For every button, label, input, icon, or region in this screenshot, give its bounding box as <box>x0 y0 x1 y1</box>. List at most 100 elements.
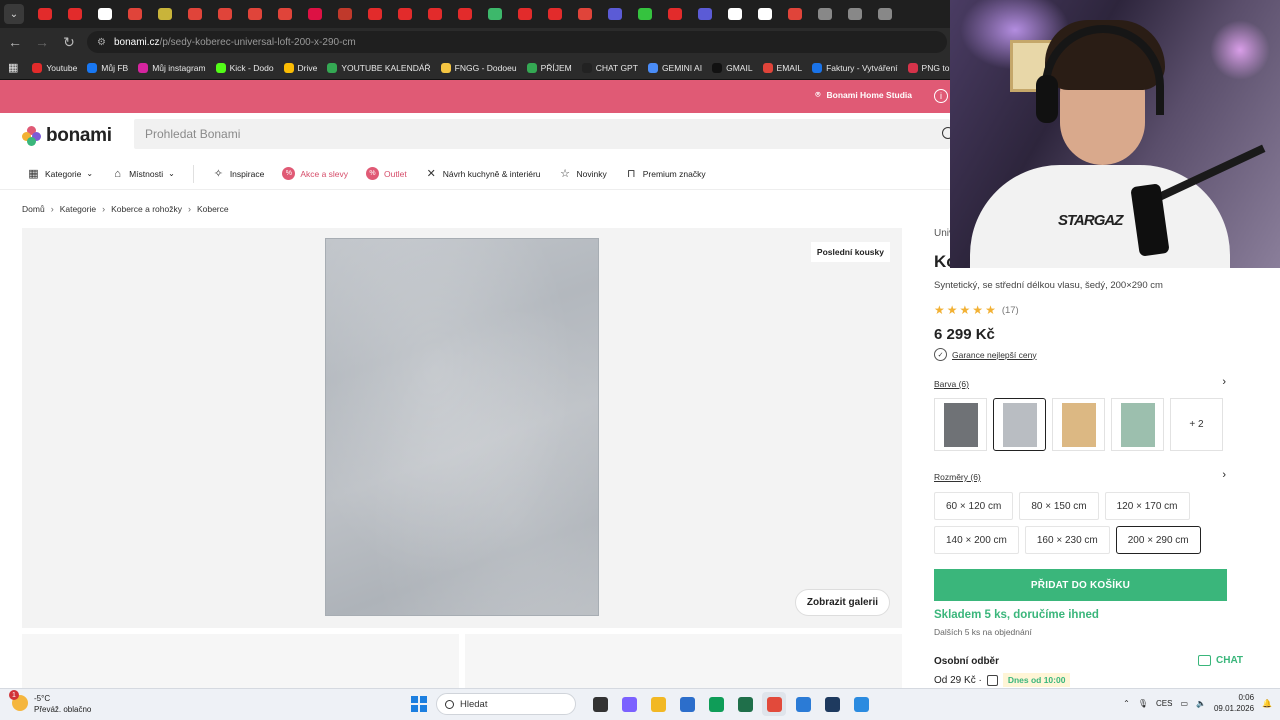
taskbar-app-icon[interactable] <box>849 692 873 716</box>
color-swatch[interactable] <box>1052 398 1105 451</box>
size-option[interactable]: 140 × 200 cm <box>934 526 1019 554</box>
bookmark-item[interactable]: CHAT GPT <box>581 62 638 73</box>
chevron-up-icon[interactable]: ⌃ <box>1123 699 1130 708</box>
chevron-right-icon[interactable]: › <box>1222 469 1226 481</box>
nav-novinky[interactable]: ☆ Novinky <box>559 167 607 180</box>
info-icon[interactable]: i <box>934 89 948 103</box>
browser-tab[interactable] <box>600 0 630 28</box>
bookmark-item[interactable]: Můj instagram <box>138 62 206 73</box>
taskbar-search[interactable]: Hledat <box>436 693 576 715</box>
bookmark-item[interactable]: Můj FB <box>87 62 128 73</box>
rating-stars[interactable]: ★ ★ ★ ★ ★ (17) <box>934 303 1019 317</box>
show-gallery-button[interactable]: Zobrazit galerii <box>794 589 890 616</box>
microphone-icon[interactable]: 🎙 <box>1138 699 1148 708</box>
browser-tab[interactable] <box>330 0 360 28</box>
bookmark-item[interactable]: GMAIL <box>712 62 753 73</box>
breadcrumb-item[interactable]: Koberce <box>197 204 229 214</box>
browser-tab[interactable] <box>750 0 780 28</box>
bonami-logo[interactable]: bonami <box>22 125 112 147</box>
nav-navrh-kuchyne[interactable]: ✕ Návrh kuchyně & interiéru <box>425 167 541 180</box>
chat-button[interactable]: CHAT <box>1198 655 1243 666</box>
site-info-icon[interactable]: ⚙ <box>97 37 106 48</box>
bookmark-item[interactable]: PŘÍJEM <box>526 62 572 73</box>
reload-icon[interactable]: ↻ <box>57 30 81 54</box>
browser-tab[interactable] <box>480 0 510 28</box>
bookmark-item[interactable]: Drive <box>283 62 317 73</box>
breadcrumb-item[interactable]: Koberce a rohožky <box>111 204 182 214</box>
browser-tab[interactable] <box>420 0 450 28</box>
browser-tab[interactable] <box>540 0 570 28</box>
color-swatch[interactable] <box>934 398 987 451</box>
clock[interactable]: 0:06 09.01.2026 <box>1214 692 1254 714</box>
color-swatch-selected[interactable] <box>993 398 1046 451</box>
browser-tab[interactable] <box>450 0 480 28</box>
browser-tab[interactable] <box>870 0 900 28</box>
browser-tab[interactable] <box>690 0 720 28</box>
bookmark-item[interactable]: GEMINI AI <box>647 62 702 73</box>
breadcrumb-item[interactable]: Domů <box>22 204 45 214</box>
browser-tab[interactable] <box>270 0 300 28</box>
nav-outlet[interactable]: % Outlet <box>366 167 407 180</box>
browser-tab[interactable] <box>60 0 90 28</box>
best-price-guarantee[interactable]: ✓ Garance nejlepší ceny <box>934 348 1037 361</box>
browser-tab[interactable] <box>300 0 330 28</box>
browser-tab[interactable] <box>660 0 690 28</box>
browser-tab[interactable] <box>510 0 540 28</box>
bookmark-item[interactable]: FNGG - Dodoeu <box>440 62 517 73</box>
bookmark-item[interactable]: EMAIL <box>762 62 802 73</box>
add-to-cart-button[interactable]: PŘIDAT DO KOŠÍKU <box>934 569 1227 601</box>
browser-tab[interactable] <box>720 0 750 28</box>
browser-tab[interactable] <box>630 0 660 28</box>
weather-widget[interactable]: 1 -5°C Převáž. oblačno <box>9 690 91 715</box>
size-section-label[interactable]: Rozměry (6) <box>934 472 981 482</box>
browser-tab[interactable] <box>120 0 150 28</box>
network-icon[interactable]: ▭ <box>1180 699 1188 708</box>
taskbar-app-icon[interactable] <box>791 692 815 716</box>
browser-tab[interactable] <box>150 0 180 28</box>
bookmark-item[interactable]: Kick - Dodo <box>215 62 274 73</box>
browser-tab[interactable] <box>210 0 240 28</box>
nav-inspirace[interactable]: ✧ Inspirace <box>212 167 265 180</box>
browser-tab[interactable] <box>840 0 870 28</box>
forward-arrow-icon[interactable]: → <box>30 30 54 54</box>
browser-tab[interactable] <box>90 0 120 28</box>
apps-grid-icon[interactable]: ▦ <box>8 61 18 74</box>
taskbar-app-icon[interactable] <box>617 692 641 716</box>
browser-tab[interactable] <box>390 0 420 28</box>
gallery-thumbnail[interactable] <box>22 634 459 694</box>
product-image-rug[interactable] <box>325 238 599 616</box>
bookmark-item[interactable]: Youtube <box>32 62 77 73</box>
browser-tab[interactable] <box>30 0 60 28</box>
breadcrumb-item[interactable]: Kategorie <box>60 204 96 214</box>
browser-tab[interactable] <box>810 0 840 28</box>
taskbar-app-icon[interactable] <box>704 692 728 716</box>
taskbar-app-icon[interactable] <box>820 692 844 716</box>
chevron-right-icon[interactable]: › <box>1222 376 1226 388</box>
browser-tab[interactable] <box>360 0 390 28</box>
nav-mistnosti[interactable]: ⌂ Místnosti ⌄ <box>111 167 175 180</box>
bookmark-item[interactable]: YOUTUBE KALENDÁŘ <box>327 62 431 73</box>
browser-tab[interactable] <box>570 0 600 28</box>
nav-akce-a-slevy[interactable]: % Akce a slevy <box>282 167 348 180</box>
color-swatch[interactable] <box>1111 398 1164 451</box>
nav-premium-znacky[interactable]: ⊓ Premium značky <box>625 167 706 180</box>
start-button-windows-icon[interactable] <box>408 693 430 715</box>
volume-icon[interactable]: 🔈 <box>1196 699 1206 708</box>
color-section-label[interactable]: Barva (6) <box>934 379 969 389</box>
size-option[interactable]: 160 × 230 cm <box>1024 526 1110 554</box>
size-option[interactable]: 80 × 150 cm <box>1019 492 1099 520</box>
language-indicator[interactable]: CES <box>1156 699 1172 708</box>
bookmark-item[interactable]: Faktury - Vytváření <box>812 62 898 73</box>
size-option[interactable]: 60 × 120 cm <box>934 492 1014 520</box>
taskbar-app-icon[interactable] <box>762 692 786 716</box>
taskbar-app-icon[interactable] <box>588 692 612 716</box>
size-option-selected[interactable]: 200 × 290 cm <box>1115 526 1201 554</box>
browser-tab[interactable] <box>180 0 210 28</box>
browser-tab[interactable] <box>240 0 270 28</box>
size-option[interactable]: 120 × 170 cm <box>1104 492 1190 520</box>
taskbar-app-icon[interactable] <box>675 692 699 716</box>
taskbar-app-icon[interactable] <box>733 692 757 716</box>
home-studio-link[interactable]: ⌾ Bonami Home Studia <box>815 89 912 100</box>
browser-tab[interactable] <box>780 0 810 28</box>
url-field[interactable]: ⚙ bonami.cz /p/sedy-koberec-universal-lo… <box>87 31 947 53</box>
